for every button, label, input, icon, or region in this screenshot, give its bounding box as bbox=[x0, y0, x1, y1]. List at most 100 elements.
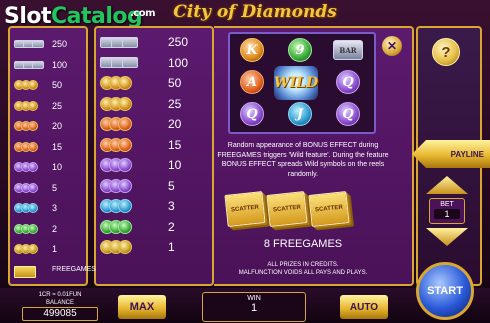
queen-icon bbox=[28, 182, 38, 193]
king-icon bbox=[118, 137, 132, 152]
credit-info: 1CR = 0.01FUN BALANCE bbox=[20, 291, 100, 307]
wild-symbol-icon: WILD bbox=[274, 66, 318, 100]
notes-line-1: ALL PRIZES IN CREDITS. bbox=[267, 262, 339, 268]
reel-cell: BAR bbox=[326, 35, 370, 65]
win-value: 1 bbox=[250, 302, 258, 314]
ace-icon bbox=[28, 121, 38, 131]
paytable-value: 1 bbox=[52, 244, 58, 254]
paytable-row: 10 bbox=[100, 155, 181, 175]
paytable-value: 250 bbox=[52, 39, 68, 49]
paytable-value: 100 bbox=[168, 55, 189, 70]
scatter-icon: SCATTER bbox=[308, 191, 350, 227]
paytable-value: 3 bbox=[52, 203, 58, 213]
start-spin-button[interactable]: START bbox=[416, 262, 474, 320]
scatter-symbols: SCATTER SCATTER SCATTER bbox=[224, 191, 350, 227]
nine-icon bbox=[28, 244, 38, 254]
reel-symbol-icon: Q bbox=[240, 102, 264, 126]
scatter-icon: SCATTER bbox=[224, 191, 266, 227]
ten-icon bbox=[118, 219, 132, 234]
scatter-mini-icon bbox=[14, 266, 36, 278]
paytable-value: 10 bbox=[168, 158, 182, 172]
paytable-value: 1 bbox=[168, 240, 175, 254]
reel-cell: Q bbox=[326, 99, 370, 129]
payline-button[interactable]: PAYLINE bbox=[412, 140, 490, 168]
paytable-value: 5 bbox=[168, 178, 175, 193]
paytable-row: 100 bbox=[14, 55, 67, 75]
seven-icon bbox=[118, 96, 132, 111]
paytable-row: 3 bbox=[100, 196, 175, 216]
paytable-value: 2 bbox=[168, 219, 175, 234]
paytable-value: 3 bbox=[168, 199, 175, 213]
reel-cell: A bbox=[230, 67, 274, 97]
paytable-value: 10 bbox=[52, 162, 63, 172]
max-bet-button[interactable]: MAX bbox=[118, 295, 166, 319]
king-icon bbox=[28, 141, 38, 152]
bar-icon bbox=[122, 36, 138, 48]
scatter-label: SCATTER bbox=[230, 204, 260, 214]
paytable-value: 25 bbox=[168, 96, 182, 111]
close-button[interactable]: ✕ bbox=[382, 36, 402, 56]
paytable-row: 20 bbox=[100, 114, 181, 134]
bar-icon bbox=[122, 57, 138, 68]
win-label: WIN bbox=[247, 295, 261, 302]
freegames-row-label: FREEGAMES bbox=[52, 266, 96, 273]
payline-label: PAYLINE bbox=[450, 149, 484, 159]
paytable-value: 100 bbox=[52, 59, 68, 70]
balance-value: 499085 bbox=[22, 307, 98, 321]
reel-symbol-icon: K bbox=[240, 38, 264, 62]
paytable-row: 5 bbox=[14, 178, 57, 198]
bet-display: BET 1 bbox=[429, 198, 465, 224]
reel-symbol-icon: BAR bbox=[333, 40, 363, 60]
paytable-row: 250 bbox=[100, 32, 188, 52]
paytable-value: 2 bbox=[52, 223, 58, 234]
paytable-row: 15 bbox=[14, 137, 62, 157]
reel-symbol-icon: Q bbox=[336, 70, 360, 94]
paytable-value: 15 bbox=[52, 141, 63, 152]
autoplay-button[interactable]: AUTO bbox=[340, 295, 388, 319]
feature-description: Random appearance of BONUS EFFECT during… bbox=[217, 142, 389, 178]
scatter-icon: SCATTER bbox=[266, 191, 308, 227]
ace-icon bbox=[118, 117, 132, 131]
paytable-row: 2 bbox=[14, 219, 57, 239]
paytable-row: 5 bbox=[100, 176, 175, 196]
reel-symbol-icon: J bbox=[288, 102, 312, 126]
reel-cell: J bbox=[278, 99, 322, 129]
legal-notes: ALL PRIZES IN CREDITS. MALFUNCTION VOIDS… bbox=[214, 261, 392, 277]
paytable-row: 50 bbox=[100, 73, 181, 93]
nine-icon bbox=[118, 240, 132, 254]
scatter-label: SCATTER bbox=[314, 204, 344, 214]
reel-symbol-icon: 9 bbox=[288, 38, 312, 62]
notes-line-2: MALFUNCTION VOIDS ALL PAYS AND PLAYS. bbox=[238, 270, 368, 276]
paytable-row: 250 bbox=[14, 34, 67, 54]
freegames-count: 8 FREEGAMES bbox=[263, 238, 343, 250]
reel-cell: 9 bbox=[278, 35, 322, 65]
paytable-value: 50 bbox=[168, 76, 182, 90]
freegames-row: FREEGAMES bbox=[14, 262, 96, 282]
reel-cell: K bbox=[230, 35, 274, 65]
reel-symbol-icon: Q bbox=[336, 102, 360, 126]
paytable-row: 2 bbox=[100, 217, 175, 237]
jack-icon bbox=[118, 199, 132, 213]
scatter-label: SCATTER bbox=[272, 204, 302, 214]
paytable-value: 20 bbox=[168, 117, 182, 131]
seven-icon bbox=[28, 80, 38, 90]
paytable-row: 1 bbox=[14, 239, 57, 259]
paytable-value: 20 bbox=[52, 121, 63, 131]
reel-symbol-icon: A bbox=[240, 70, 264, 94]
paytable-row: 50 bbox=[14, 75, 62, 95]
win-display: WIN 1 bbox=[202, 292, 306, 322]
jack-icon bbox=[28, 203, 38, 213]
wild-label: WILD bbox=[273, 75, 319, 91]
paytable-row: 10 bbox=[14, 157, 62, 177]
paytable-row: 25 bbox=[100, 94, 181, 114]
paytable-value: 250 bbox=[168, 35, 189, 49]
seven-icon bbox=[118, 76, 132, 90]
queen-icon bbox=[28, 162, 38, 172]
balance-label: BALANCE bbox=[45, 300, 74, 306]
queen-icon bbox=[118, 178, 132, 193]
credit-rate: 1CR = 0.01FUN bbox=[38, 292, 82, 298]
help-button[interactable]: ? bbox=[432, 38, 460, 66]
queen-icon bbox=[118, 158, 132, 172]
paytable-row: 15 bbox=[100, 135, 181, 155]
paytable-value: 5 bbox=[52, 182, 58, 193]
